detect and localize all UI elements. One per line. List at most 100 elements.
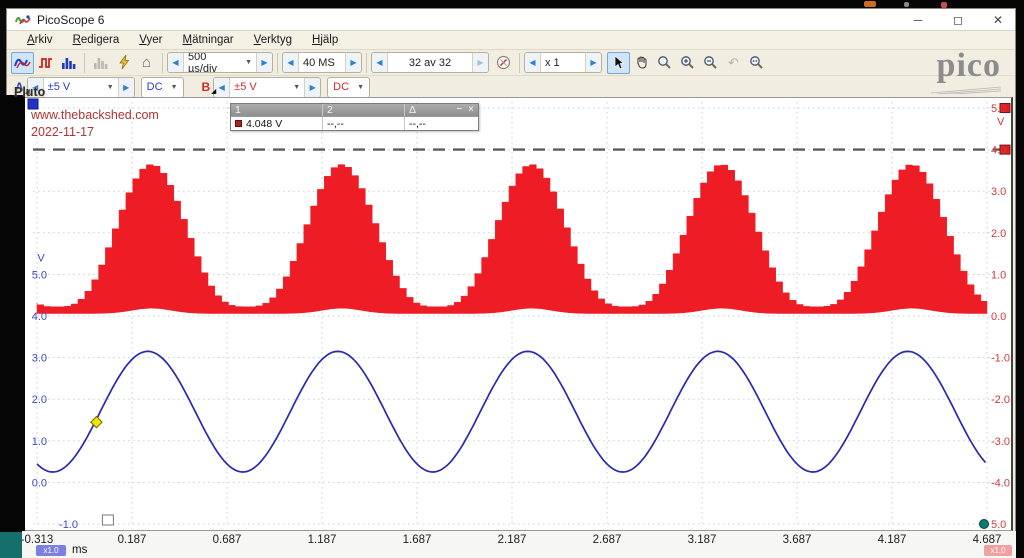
annotation-url: www.thebackshed.com: [31, 108, 159, 122]
scope-plot-area[interactable]: 5.04.03.02.01.00.0-1.0V5.04.03.02.01.00.…: [25, 97, 1013, 531]
background-dot-gray: [904, 2, 909, 7]
waveform-canvas[interactable]: 5.04.03.02.01.00.0-1.0V5.04.03.02.01.00.…: [25, 98, 1011, 529]
close-button[interactable]: ✕: [989, 13, 1007, 27]
samples-up-arrow[interactable]: ▶: [346, 53, 361, 72]
right-axis-unit: V: [997, 116, 1005, 128]
maximize-button[interactable]: ◻: [949, 13, 967, 27]
channel-b-range-select[interactable]: ±5 V ▼: [229, 78, 305, 97]
annotation-date: 2022-11-17: [31, 125, 94, 139]
channel-a-coupling-value: DC: [147, 81, 163, 93]
buffer-nav-group: ◀ 32 av 32 ▶: [371, 52, 489, 73]
channel-b-waveform: [37, 165, 987, 314]
x-axis-offset-handle[interactable]: [102, 515, 113, 525]
buffer-overview-button[interactable]: [492, 52, 515, 74]
window-title: PicoScope 6: [37, 13, 104, 27]
measure-value-2: --,--: [323, 117, 405, 130]
right-axis-tick-label: -3.0: [991, 436, 1010, 448]
zoom-out-button[interactable]: [699, 52, 722, 74]
pico-technology-logo: pico Technology: [891, 51, 1001, 97]
zoom-in-arrow[interactable]: ▶: [586, 53, 601, 72]
channel-a-coupling-select[interactable]: DC ▼: [141, 77, 184, 98]
app-icon: [15, 13, 31, 27]
toolbar-separator: [84, 53, 85, 73]
zoom-in-icon: [680, 55, 695, 70]
hand-tool-button[interactable]: [630, 52, 653, 74]
x-axis-tick-label: 2.187: [480, 534, 544, 546]
normal-selection-tool-button[interactable]: [607, 52, 630, 74]
left-axis-tick-label: 4.0: [32, 311, 47, 323]
menu-redigera[interactable]: Redigera: [63, 32, 130, 48]
spectrum-icon: [61, 56, 76, 70]
menu-matningar[interactable]: Mätningar: [172, 32, 243, 48]
menu-hjalp[interactable]: Hjälp: [302, 32, 348, 48]
toolbar-separator: [519, 53, 520, 73]
persistence-view-button[interactable]: [34, 52, 57, 74]
pico-swoosh: [931, 86, 1001, 94]
samples-select[interactable]: 40 MS: [298, 53, 346, 72]
buffer-next-arrow[interactable]: ▶: [473, 53, 488, 72]
background-teal-patch: [0, 532, 22, 558]
channel-b-coupling-select[interactable]: DC ▼: [327, 77, 370, 98]
channel-a-scale-badge: x1.0: [36, 545, 66, 556]
channel-a-range-select[interactable]: ±5 V ▼: [43, 78, 119, 97]
samples-down-arrow[interactable]: ◀: [283, 53, 298, 72]
spectrum-disabled-icon: [93, 56, 108, 70]
scope-view-button[interactable]: [11, 52, 34, 74]
buffer-position[interactable]: 32 av 32: [387, 53, 473, 72]
x-axis-tick-label: 3.187: [670, 534, 734, 546]
buffer-prev-arrow[interactable]: ◀: [372, 53, 387, 72]
x-axis-tick-label: 0.687: [195, 534, 259, 546]
channel-b-range-down-arrow[interactable]: ◀: [214, 78, 229, 97]
measure-minimize-button[interactable]: −: [456, 104, 462, 116]
menu-arkiv[interactable]: Arkiv: [17, 32, 63, 48]
x-axis-tick-label: 1.687: [385, 534, 449, 546]
undo-zoom-button[interactable]: ↶: [722, 52, 745, 74]
zoom-out-arrow[interactable]: ◀: [525, 53, 540, 72]
zoom-factor-input[interactable]: x 1: [540, 53, 586, 72]
timebase-select[interactable]: 500 µs/div ▼: [183, 53, 257, 72]
channel-b-swatch-icon: [235, 120, 242, 127]
measure-col-delta-header: Δ: [405, 104, 450, 116]
zoom-factor-value: x 1: [545, 57, 560, 69]
zoom-full-button[interactable]: [745, 52, 768, 74]
left-axis-tick-label: 3.0: [32, 353, 47, 365]
zoom-factor-group: ◀ x 1 ▶: [524, 52, 602, 73]
alarms-button[interactable]: [112, 52, 135, 74]
channel-a-range-up-arrow[interactable]: ▶: [119, 78, 134, 97]
background-left-strip: [0, 95, 25, 532]
channel-a-waveform: [37, 351, 986, 472]
home-icon: ⌂: [142, 56, 151, 70]
left-axis-tick-label: 0.0: [32, 477, 47, 489]
hand-icon: [634, 55, 649, 70]
measurements-panel[interactable]: 1 2 Δ − × 4.048 V --,-- --,--: [230, 103, 479, 131]
timebase-prev-arrow[interactable]: ◀: [168, 53, 183, 72]
channel-b-range-up-arrow[interactable]: ▶: [305, 78, 320, 97]
minimize-button[interactable]: ─: [909, 13, 927, 27]
home-button[interactable]: ⌂: [135, 52, 158, 74]
x-axis-tick-label: 0.187: [100, 534, 164, 546]
title-bar[interactable]: PicoScope 6 ─ ◻ ✕: [7, 9, 1015, 31]
left-axis-tick-label: -1.0: [59, 519, 78, 529]
ground-marker-dot[interactable]: [980, 520, 989, 529]
zoom-in-button[interactable]: [676, 52, 699, 74]
toolbar-separator: [366, 53, 367, 73]
marquee-zoom-button[interactable]: [653, 52, 676, 74]
timebase-next-arrow[interactable]: ▶: [257, 53, 272, 72]
samples-group: ◀ 40 MS ▶: [282, 52, 362, 73]
measurements-header[interactable]: 1 2 Δ − ×: [231, 104, 478, 116]
menu-bar: Arkiv Redigera Vyer Mätningar Verktyg Hj…: [7, 31, 1015, 50]
right-axis-tick-label: 0.0: [991, 311, 1006, 323]
spectrum-view-button[interactable]: [57, 52, 80, 74]
zoom-box-icon: [657, 55, 672, 70]
toolbar-separator: [277, 53, 278, 73]
zoom-out-icon: [703, 55, 718, 70]
view-tab-pluto[interactable]: Pluto: [14, 85, 45, 99]
measure-close-button[interactable]: ×: [468, 104, 474, 116]
spectrum-disabled-button[interactable]: [89, 52, 112, 74]
right-axis-tick-label: 2.0: [991, 228, 1006, 240]
channel-b-label[interactable]: B◢: [202, 80, 211, 94]
measure-value-delta: --,--: [405, 117, 450, 130]
menu-vyer[interactable]: Vyer: [129, 32, 172, 48]
measure-col-1-header: 1: [231, 104, 323, 116]
menu-verktyg[interactable]: Verktyg: [244, 32, 302, 48]
